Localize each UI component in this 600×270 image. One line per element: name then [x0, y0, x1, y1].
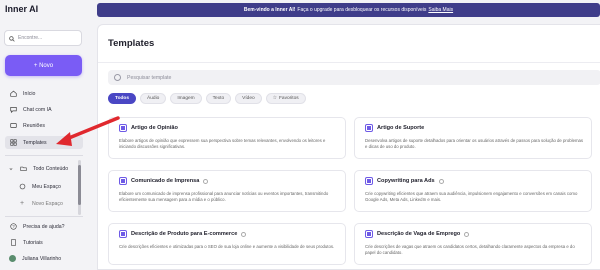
sidebar-item-chat[interactable]: Chat com IA: [5, 103, 83, 116]
card-description: Crie copywriting eficientes que atraem s…: [365, 191, 578, 203]
search-icon: [9, 29, 15, 47]
filter-imagem[interactable]: Imagem: [170, 93, 202, 104]
chat-icon: [9, 106, 17, 114]
info-icon[interactable]: [438, 178, 444, 184]
card-title: Descrição de Produto para E-commerce: [131, 231, 238, 237]
filter-favoritos-label: Favoritos: [278, 96, 299, 101]
templates-panel: Templates Todos Áudio Imagem Texto Vídeo…: [97, 24, 600, 270]
sidebar: Inner AI + Novo Início Chat com IA Reuni…: [0, 0, 90, 270]
app-logo[interactable]: Inner AI: [5, 4, 38, 14]
meeting-icon: [9, 122, 17, 130]
template-card[interactable]: Artigo de Opinião Elabore artigos de opi…: [108, 117, 346, 159]
sidebar-user[interactable]: Juliana Villarinho: [5, 252, 83, 265]
filter-favoritos[interactable]: ☆ Favoritos: [265, 93, 306, 104]
filter-audio[interactable]: Áudio: [140, 93, 167, 104]
sidebar-item-label: Tutoriais: [23, 239, 43, 246]
template-search[interactable]: [108, 70, 600, 85]
template-icon: [119, 177, 127, 185]
search-icon: [114, 74, 121, 81]
sidebar-item-label: Reuniões: [23, 122, 45, 129]
chevron-down-icon: [9, 165, 13, 173]
sidebar-item-tutorials[interactable]: Tutoriais: [5, 236, 83, 249]
upgrade-banner: Bem-vindo a Inner AI! Faça o upgrade par…: [97, 3, 600, 17]
sidebar-item-reunioes[interactable]: Reuniões: [5, 119, 83, 132]
template-icon: [365, 230, 373, 238]
card-description: Crie descrições eficientes e otimizadas …: [119, 244, 335, 249]
template-search-input[interactable]: [127, 74, 327, 81]
sidebar-search-input[interactable]: [18, 35, 78, 41]
sidebar-item-label: Início: [23, 90, 36, 97]
book-icon: [9, 239, 17, 247]
card-title: Copywriting para Ads: [377, 178, 435, 184]
sidebar-item-label: Meu Espaço: [32, 183, 61, 190]
card-title: Artigo de Opinião: [131, 125, 178, 131]
filter-chips: Todos Áudio Imagem Texto Vídeo ☆ Favorit…: [108, 93, 306, 104]
folder-icon: [19, 165, 27, 173]
sidebar-divider: [5, 155, 83, 156]
sidebar-item-templates[interactable]: Templates: [5, 136, 83, 149]
filter-texto[interactable]: Texto: [205, 93, 232, 104]
user-name: Juliana Villarinho: [22, 255, 62, 262]
space-icon: [18, 183, 26, 191]
home-icon: [9, 90, 17, 98]
template-icon: [119, 230, 127, 238]
sidebar-item-novo-espaco[interactable]: + Novo Espaço: [14, 197, 78, 210]
sidebar-item-meu-espaco[interactable]: Meu Espaço: [14, 180, 78, 193]
sidebar-item-label: Chat com IA: [23, 106, 52, 113]
info-icon[interactable]: [203, 178, 209, 184]
grid-icon: [9, 139, 17, 147]
title-divider: [98, 62, 600, 63]
sidebar-item-todo-conteudo[interactable]: Todo Conteúdo: [5, 162, 83, 175]
app-window: Inner AI + Novo Início Chat com IA Reuni…: [0, 0, 600, 270]
template-card[interactable]: Copywriting para Ads Crie copywriting ef…: [354, 170, 592, 212]
sidebar-item-label: Precisa de ajuda?: [23, 223, 65, 230]
banner-text: Faça o upgrade para desbloquear os recur…: [297, 7, 427, 13]
help-icon: ?: [9, 223, 17, 231]
template-card[interactable]: Comunicado de Imprensa Elabore um comuni…: [108, 170, 346, 212]
card-description: Crie descrições de vagas que atraem os c…: [365, 244, 575, 256]
star-icon: ☆: [272, 96, 277, 101]
filter-todos[interactable]: Todos: [108, 93, 137, 104]
card-description: Desenvolva artigos de suporte detalhados…: [365, 138, 584, 150]
sidebar-search[interactable]: [4, 30, 82, 46]
sidebar-item-inicio[interactable]: Início: [5, 87, 83, 100]
filter-video[interactable]: Vídeo: [235, 93, 262, 104]
template-card[interactable]: Descrição de Produto para E-commerce Cri…: [108, 223, 346, 265]
svg-text:?: ?: [12, 224, 15, 229]
card-description: Elabore um comunicado de imprensa profis…: [119, 191, 329, 203]
template-icon: [119, 124, 127, 132]
template-card[interactable]: Descrição de Vaga de Emprego Crie descri…: [354, 223, 592, 265]
card-title: Artigo de Suporte: [377, 125, 425, 131]
avatar: [9, 255, 16, 262]
plus-icon: +: [19, 200, 25, 207]
sidebar-item-label: Novo Espaço: [32, 200, 63, 207]
info-icon[interactable]: [464, 231, 470, 237]
info-icon[interactable]: [241, 231, 247, 237]
new-button[interactable]: + Novo: [5, 55, 82, 76]
template-card[interactable]: Artigo de Suporte Desenvolva artigos de …: [354, 117, 592, 159]
banner-link[interactable]: Saiba Mais: [428, 7, 453, 13]
template-icon: [365, 124, 373, 132]
page-title: Templates: [108, 38, 155, 49]
banner-lead: Bem-vindo a Inner AI!: [243, 7, 296, 13]
sidebar-divider: [5, 216, 83, 217]
card-title: Descrição de Vaga de Emprego: [377, 231, 461, 237]
sidebar-item-label: Todo Conteúdo: [33, 165, 69, 172]
card-description: Elabore artigos de opinião que expressem…: [119, 138, 326, 150]
sidebar-item-label: Templates: [23, 139, 47, 146]
template-icon: [365, 177, 373, 185]
card-title: Comunicado de Imprensa: [131, 178, 200, 184]
sidebar-item-help[interactable]: ? Precisa de ajuda?: [5, 220, 83, 233]
